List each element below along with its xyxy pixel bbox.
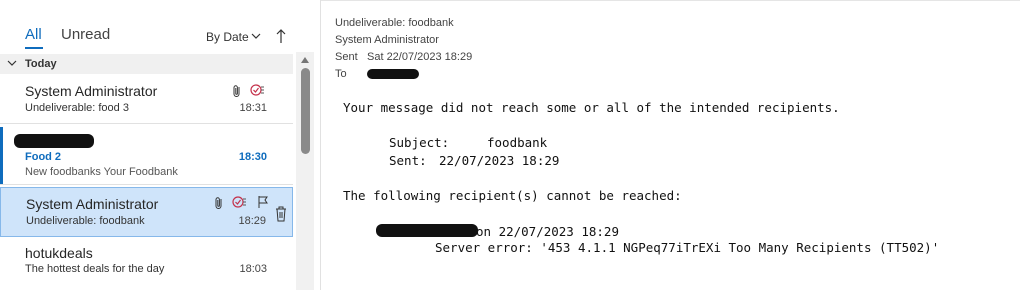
chevron-down-icon[interactable] bbox=[250, 30, 262, 42]
scroll-up-arrow-icon[interactable] bbox=[301, 56, 309, 64]
voting-icon bbox=[232, 196, 246, 208]
tab-all[interactable]: All bbox=[25, 26, 42, 43]
email-sender: System Administrator bbox=[335, 34, 439, 46]
group-label: Today bbox=[25, 58, 57, 70]
redacted-recipient-address bbox=[376, 224, 478, 237]
group-header-today[interactable]: Today bbox=[0, 54, 293, 74]
body-sent-value: 22/07/2023 18:29 bbox=[439, 153, 560, 168]
paperclip-icon bbox=[233, 85, 240, 97]
tab-all-underline bbox=[25, 47, 43, 49]
sort-dropdown[interactable]: By Date bbox=[206, 30, 249, 44]
email-subject: Undeliverable: foodbank bbox=[335, 17, 454, 29]
delete-icon[interactable] bbox=[274, 205, 288, 223]
body-server-error: Server error: '453 4.1.1 NGPeq77iTrEXi T… bbox=[435, 240, 940, 255]
message-subject: Food 2 bbox=[25, 151, 62, 163]
message-sender: System Administrator bbox=[26, 196, 159, 212]
body-line-intro: Your message did not reach some or all o… bbox=[343, 100, 840, 115]
list-divider bbox=[0, 184, 293, 185]
sort-direction-icon[interactable] bbox=[275, 28, 287, 44]
message-sender: System Administrator bbox=[25, 83, 158, 99]
body-line-following: The following recipient(s) cannot be rea… bbox=[343, 188, 682, 203]
body-subject-label: Subject: bbox=[389, 135, 450, 150]
message-time: 18:30 bbox=[238, 151, 267, 163]
paperclip-icon bbox=[215, 197, 222, 209]
message-time: 18:29 bbox=[238, 215, 266, 227]
message-subject: The hottest deals for the day bbox=[25, 263, 165, 275]
message-list-item-selected[interactable]: System Administrator Undeliverable: food… bbox=[0, 187, 293, 237]
message-subject: Undeliverable: food 3 bbox=[25, 102, 129, 114]
scrollbar-thumb[interactable] bbox=[301, 68, 310, 154]
message-sender: hotukdeals bbox=[25, 245, 93, 261]
tab-unread[interactable]: Unread bbox=[61, 26, 110, 43]
message-list-pane: All Unread By Date Today System Administ… bbox=[0, 0, 320, 290]
list-divider bbox=[0, 123, 293, 124]
message-list-item[interactable]: System Administrator Undeliverable: food… bbox=[0, 76, 293, 124]
sent-value: Sat 22/07/2023 18:29 bbox=[367, 51, 473, 63]
chevron-down-icon[interactable] bbox=[7, 58, 17, 68]
body-recipient-date: on 22/07/2023 18:29 bbox=[476, 224, 619, 239]
redacted-recipient bbox=[367, 69, 419, 79]
message-list-header: All Unread By Date bbox=[0, 0, 300, 52]
body-sent-label: Sent: bbox=[389, 153, 427, 168]
redacted-sender bbox=[14, 134, 94, 148]
message-subject: Undeliverable: foodbank bbox=[26, 215, 145, 227]
reading-pane: Undeliverable: foodbank System Administr… bbox=[321, 0, 1020, 290]
message-time: 18:31 bbox=[239, 102, 267, 114]
message-time: 18:03 bbox=[239, 263, 267, 275]
to-label: To bbox=[335, 68, 347, 80]
message-list-item[interactable]: hotukdeals The hottest deals for the day… bbox=[0, 239, 293, 289]
unread-indicator bbox=[0, 127, 3, 185]
body-subject-value: foodbank bbox=[487, 135, 548, 150]
flag-icon[interactable] bbox=[256, 195, 270, 209]
sent-label: Sent bbox=[335, 51, 358, 63]
message-list-item[interactable]: Food 2 18:30 New foodbanks Your Foodbank bbox=[0, 125, 293, 185]
message-preview: New foodbanks Your Foodbank bbox=[25, 166, 178, 178]
voting-icon bbox=[250, 84, 264, 96]
